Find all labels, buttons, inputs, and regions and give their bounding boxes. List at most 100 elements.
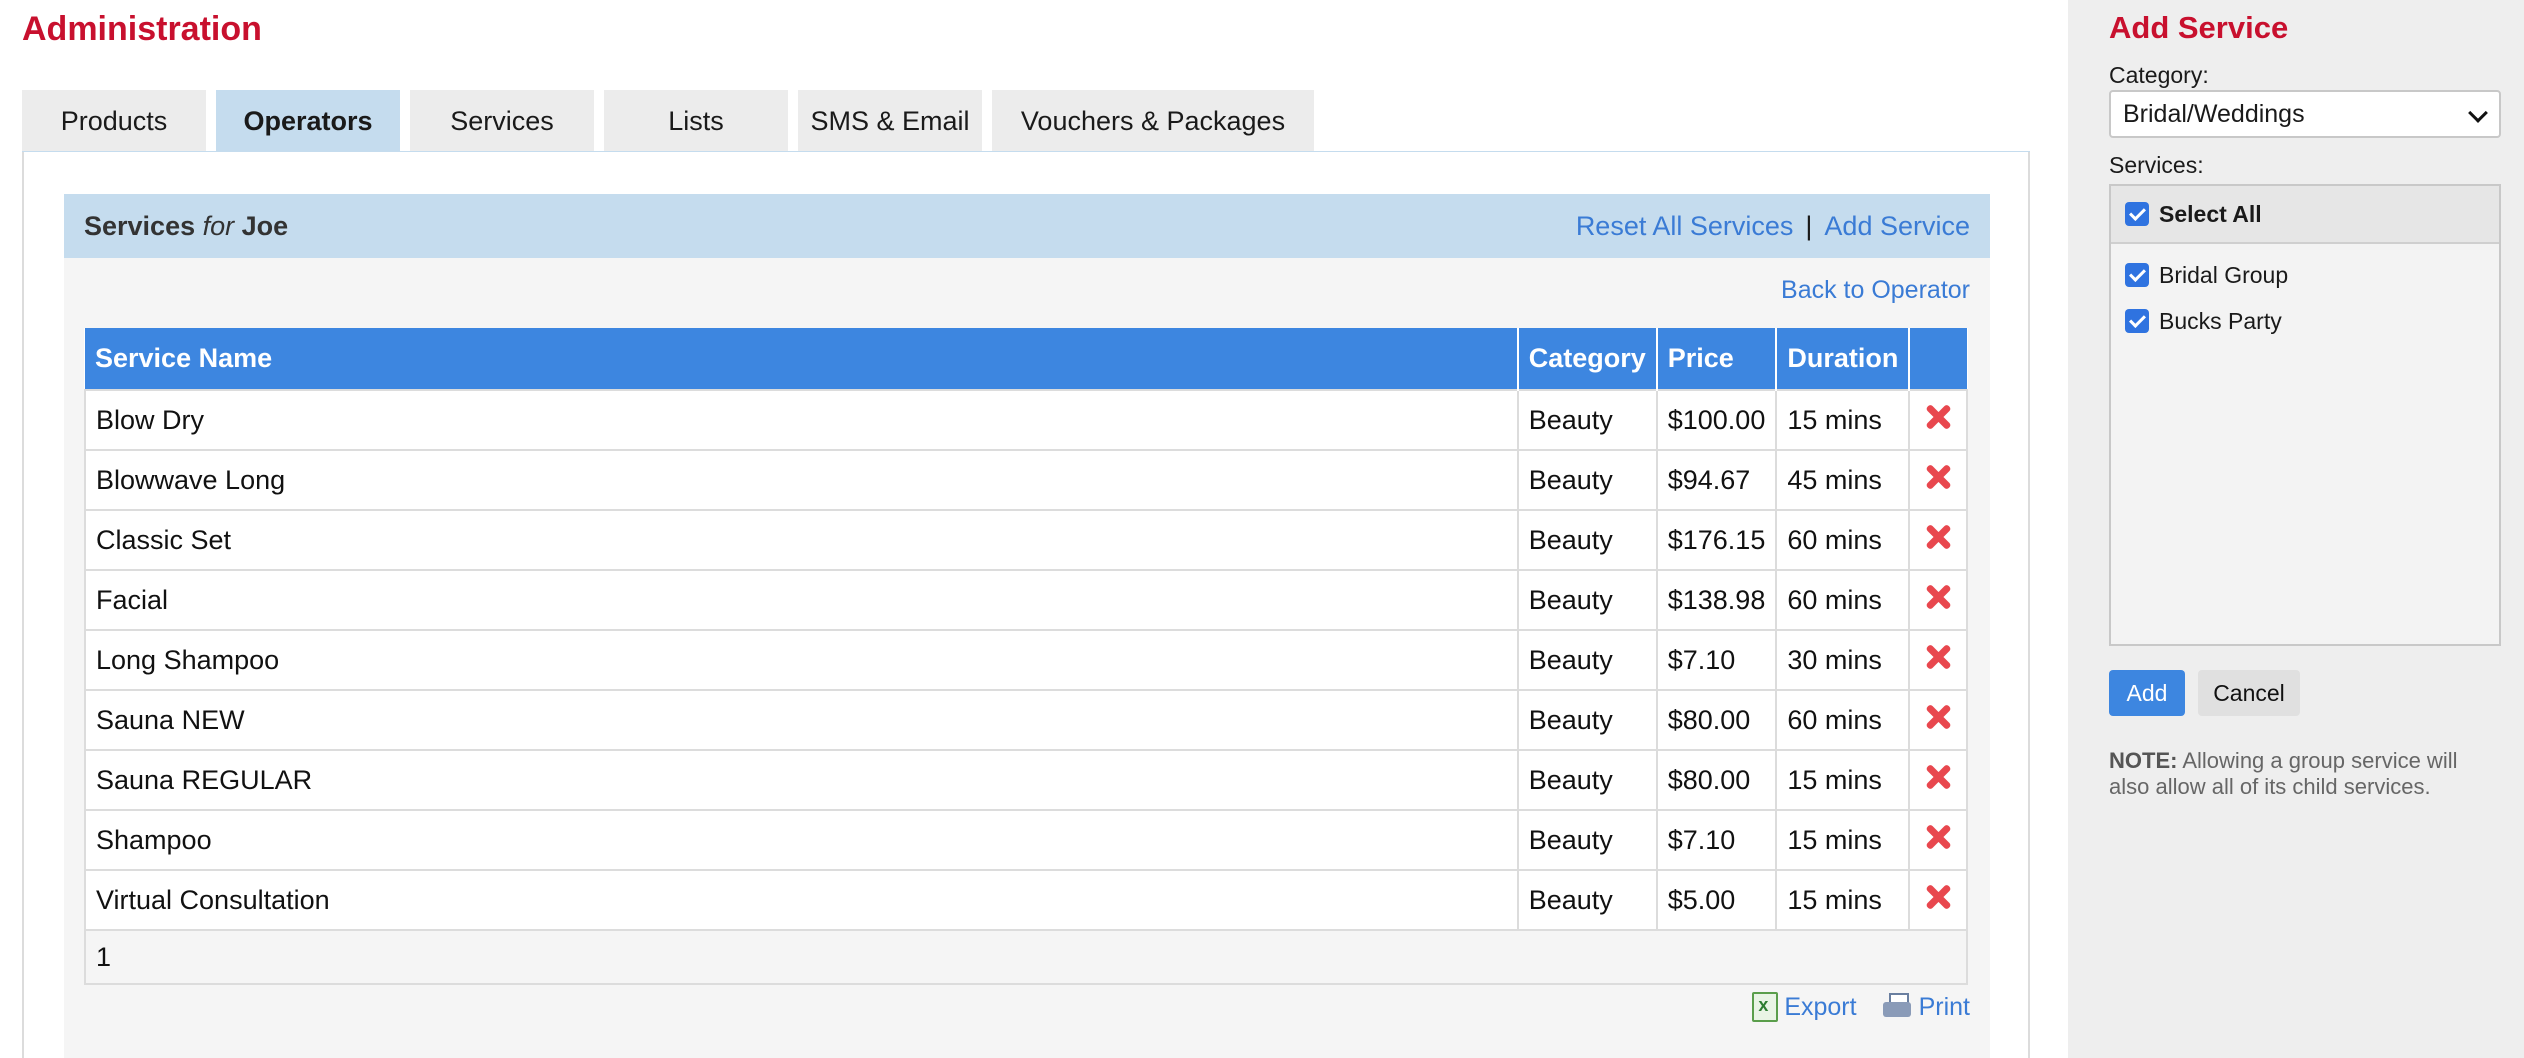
duration-cell: 60 mins (1775, 509, 1911, 571)
tab-lists[interactable]: Lists (604, 90, 788, 152)
delete-icon[interactable] (1923, 762, 1953, 792)
category-select[interactable]: Bridal/Weddings (2109, 90, 2501, 138)
price-cell: $5.00 (1655, 869, 1778, 931)
delete-icon[interactable] (1923, 642, 1953, 672)
add-button[interactable]: Add (2109, 670, 2185, 716)
page-title: Administration (22, 10, 262, 48)
sidebar-title: Add Service (2109, 10, 2289, 45)
category-cell: Beauty (1516, 389, 1658, 451)
category-cell: Beauty (1516, 449, 1658, 511)
header-category[interactable]: Category (1517, 328, 1658, 390)
duration-cell: 45 mins (1775, 449, 1911, 511)
price-cell: $80.00 (1655, 689, 1778, 751)
price-cell: $7.10 (1655, 809, 1778, 871)
page-number[interactable]: 1 (84, 929, 1968, 985)
export-button[interactable]: Export (1752, 992, 1857, 1022)
tab-vouchers-packages[interactable]: Vouchers & Packages (992, 90, 1314, 152)
cancel-button[interactable]: Cancel (2198, 670, 2300, 716)
header-price[interactable]: Price (1656, 328, 1778, 390)
service-checkbox[interactable] (2125, 263, 2149, 287)
tab-services[interactable]: Services (410, 90, 594, 152)
panel-title-for: for (202, 210, 235, 241)
link-separator: | (1805, 210, 1813, 241)
printer-icon (1882, 993, 1913, 1021)
note-label: NOTE: (2109, 748, 2178, 773)
category-cell: Beauty (1516, 869, 1658, 931)
delete-icon[interactable] (1923, 582, 1953, 612)
panel-title-prefix: Services (84, 210, 196, 241)
category-cell: Beauty (1516, 509, 1658, 571)
reset-all-services-link[interactable]: Reset All Services (1576, 211, 1794, 242)
delete-cell (1908, 449, 1968, 511)
add-service-link[interactable]: Add Service (1824, 211, 1970, 242)
delete-cell (1908, 809, 1968, 871)
category-cell: Beauty (1516, 629, 1658, 691)
duration-cell: 30 mins (1775, 629, 1911, 691)
table-row: Sauna REGULAR Beauty $80.00 15 mins (84, 749, 1968, 811)
duration-cell: 15 mins (1775, 869, 1911, 931)
category-cell: Beauty (1516, 749, 1658, 811)
delete-icon[interactable] (1923, 882, 1953, 912)
delete-cell (1908, 509, 1968, 571)
service-name-cell: Facial (84, 569, 1519, 631)
duration-cell: 60 mins (1775, 689, 1911, 751)
footer-actions: Export Print (1752, 992, 1970, 1022)
service-name-cell: Virtual Consultation (84, 869, 1519, 931)
panel-title: Services for Joe (84, 211, 288, 242)
category-label: Category: (2109, 62, 2209, 88)
tab-products[interactable]: Products (22, 90, 206, 152)
tab-operators[interactable]: Operators (216, 90, 400, 152)
services-list: Select All Bridal Group Bucks Party (2109, 184, 2501, 646)
delete-cell (1908, 749, 1968, 811)
category-cell: Beauty (1516, 689, 1658, 751)
price-cell: $80.00 (1655, 749, 1778, 811)
delete-cell (1908, 869, 1968, 931)
excel-icon (1752, 992, 1779, 1022)
add-service-sidebar: Add Service Category: Bridal/Weddings Se… (2068, 0, 2524, 1058)
table-row: Blowwave Long Beauty $94.67 45 mins (84, 449, 1968, 511)
service-name-cell: Long Shampoo (84, 629, 1519, 691)
service-option-label[interactable]: Bucks Party (2159, 308, 2282, 335)
services-label: Services: (2109, 152, 2204, 178)
delete-icon[interactable] (1923, 822, 1953, 852)
content-card: Services for Joe Reset All Services | Ad… (22, 152, 2030, 1058)
category-cell: Beauty (1516, 569, 1658, 631)
category-cell: Beauty (1516, 809, 1658, 871)
header-actions (1909, 328, 1967, 390)
price-cell: $138.98 (1655, 569, 1778, 631)
header-duration[interactable]: Duration (1776, 328, 1911, 390)
header-service-name[interactable]: Service Name (85, 328, 1519, 390)
operator-name: Joe (241, 210, 289, 241)
delete-cell (1908, 389, 1968, 451)
table-row: Blow Dry Beauty $100.00 15 mins (84, 389, 1968, 451)
table-row: Classic Set Beauty $176.15 60 mins (84, 509, 1968, 571)
delete-icon[interactable] (1923, 402, 1953, 432)
group-service-note: NOTE: Allowing a group service will also… (2109, 748, 2501, 800)
duration-cell: 15 mins (1775, 809, 1911, 871)
price-cell: $7.10 (1655, 629, 1778, 691)
delete-icon[interactable] (1923, 522, 1953, 552)
table-row: Facial Beauty $138.98 60 mins (84, 569, 1968, 631)
table-row: Shampoo Beauty $7.10 15 mins (84, 809, 1968, 871)
service-checkbox[interactable] (2125, 309, 2149, 333)
table-row: Long Shampoo Beauty $7.10 30 mins (84, 629, 1968, 691)
table-header-row: Service Name Category Price Duration (85, 328, 1967, 390)
services-panel: Services for Joe Reset All Services | Ad… (64, 194, 1990, 1058)
print-button[interactable]: Print (1882, 992, 1970, 1022)
duration-cell: 15 mins (1775, 389, 1911, 451)
tab-bar: Products Operators Services Lists SMS & … (22, 90, 1314, 152)
select-all-label[interactable]: Select All (2159, 201, 2262, 228)
delete-cell (1908, 569, 1968, 631)
service-option-label[interactable]: Bridal Group (2159, 262, 2288, 289)
tab-sms-email[interactable]: SMS & Email (798, 90, 982, 152)
service-name-cell: Blow Dry (84, 389, 1519, 451)
delete-icon[interactable] (1923, 702, 1953, 732)
select-all-checkbox[interactable] (2125, 202, 2149, 226)
services-table: Service Name Category Price Duration Blo… (84, 328, 1968, 985)
print-label: Print (1918, 992, 1970, 1021)
back-to-operator-link[interactable]: Back to Operator (1781, 276, 1970, 305)
delete-icon[interactable] (1923, 462, 1953, 492)
service-name-cell: Classic Set (84, 509, 1519, 571)
duration-cell: 15 mins (1775, 749, 1911, 811)
service-option: Bridal Group (2111, 252, 2499, 298)
